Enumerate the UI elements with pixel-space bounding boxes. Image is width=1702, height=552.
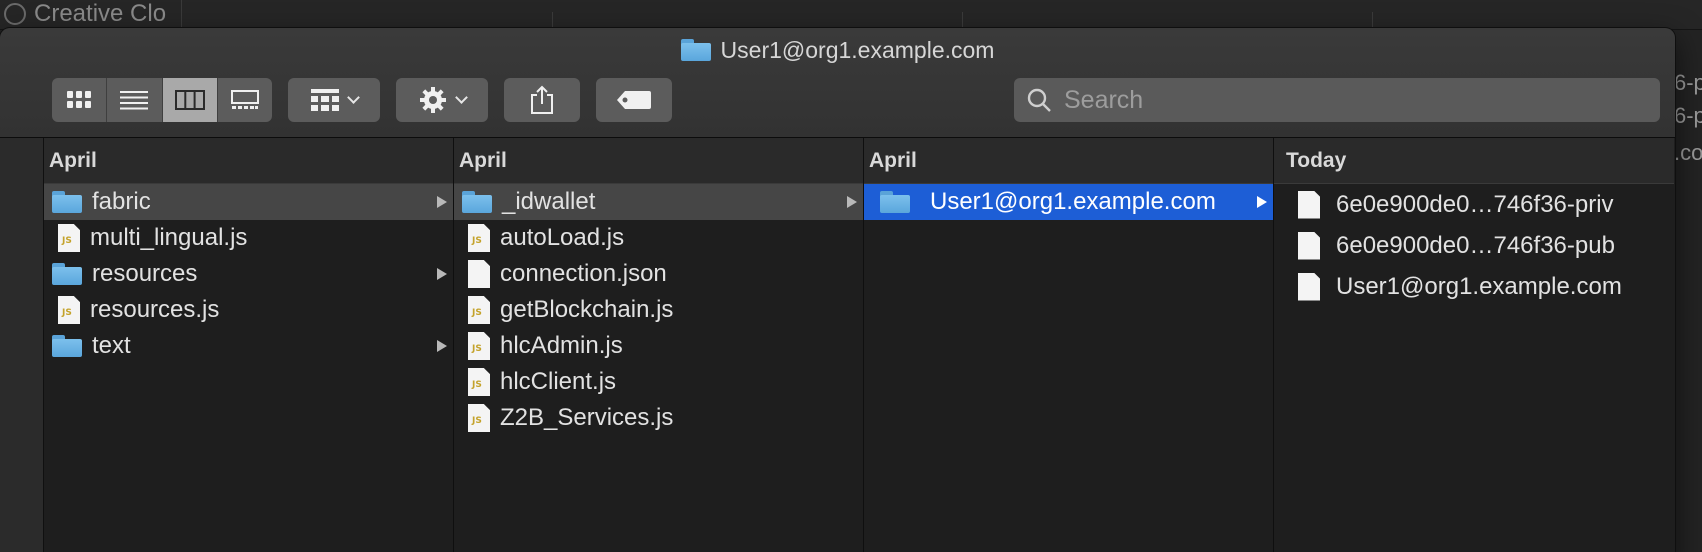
js-file-icon (468, 368, 490, 396)
folder-icon (52, 335, 82, 357)
chevron-down-icon (346, 90, 360, 104)
folder-icon (52, 263, 82, 285)
js-file-icon (468, 224, 490, 252)
group-by-button[interactable] (288, 78, 380, 122)
share-icon (531, 85, 553, 114)
js-file-icon (58, 296, 80, 324)
folder-icon (462, 191, 492, 213)
list-item-pub-key[interactable]: 6e0e900de0…746f36-pub (1274, 225, 1674, 266)
view-mode-segmented-control (52, 78, 272, 122)
tags-button[interactable] (596, 78, 672, 122)
column-browser: April fabric multi_lingual.js resources … (0, 138, 1675, 552)
list-item-priv-key[interactable]: 6e0e900de0…746f36-priv (1274, 184, 1674, 225)
list-item-resources-js[interactable]: resources.js (44, 292, 453, 328)
item-label: multi_lingual.js (90, 224, 248, 251)
item-label: hlcAdmin.js (500, 332, 623, 359)
item-label: autoLoad.js (500, 224, 625, 251)
background-app-name: Creative Clo (34, 0, 167, 27)
finder-window: User1@org1.example.com Search April fabr… (0, 28, 1675, 552)
window-title-text: User1@org1.example.com (720, 36, 995, 63)
list-icon (120, 91, 149, 110)
creative-cloud-icon (4, 3, 26, 25)
action-button[interactable] (396, 78, 488, 122)
group-icon (310, 89, 339, 111)
list-item-connection-json[interactable]: connection.json (454, 256, 863, 292)
background-text-fragment: .co (1674, 140, 1702, 165)
item-label: 6e0e900de0…746f36-priv (1336, 190, 1614, 218)
list-item-fabric[interactable]: fabric (44, 184, 453, 220)
item-label: 6e0e900de0…746f36-pub (1336, 231, 1615, 259)
search-field[interactable] (1014, 78, 1660, 122)
chevron-down-icon (454, 90, 468, 104)
window-title: User1@org1.example.com (0, 36, 1675, 64)
columns-icon (174, 90, 205, 110)
js-file-icon (468, 296, 490, 324)
js-file-icon (58, 224, 80, 252)
list-item-hlcadmin-js[interactable]: hlcAdmin.js (454, 328, 863, 364)
icon-view-button[interactable] (52, 78, 108, 122)
grid-icon (67, 91, 92, 108)
share-button[interactable] (504, 78, 580, 122)
gallery-view-button[interactable] (218, 78, 272, 122)
folder-icon (680, 39, 711, 61)
disclosure-arrow-icon (437, 196, 447, 208)
list-view-button[interactable] (107, 78, 163, 122)
disclosure-arrow-icon (847, 196, 857, 208)
item-label: Z2B_Services.js (500, 404, 674, 431)
column-4: Today 6e0e900de0…746f36-priv 6e0e900de0…… (1274, 138, 1674, 552)
column-view-button[interactable] (162, 78, 218, 122)
list-item-user1-folder[interactable]: User1@org1.example.com (864, 184, 1273, 220)
item-label: connection.json (500, 260, 667, 287)
item-label: hlcClient.js (500, 368, 617, 395)
item-label: text (92, 332, 131, 359)
item-label: User1@org1.example.com (930, 188, 1216, 215)
background-app-tab[interactable]: Creative Clo (0, 0, 182, 28)
document-icon (1298, 231, 1320, 260)
column-header: April (454, 138, 863, 184)
js-file-icon (468, 332, 490, 360)
tag-icon (617, 91, 651, 109)
list-item-idwallet[interactable]: _idwallet (454, 184, 863, 220)
disclosure-arrow-icon (1257, 196, 1267, 208)
item-label: getBlockchain.js (500, 296, 674, 323)
disclosure-arrow-icon (437, 340, 447, 352)
background-text-fragment: 6-p (1674, 70, 1702, 95)
document-icon (468, 260, 490, 288)
column-header: April (864, 138, 1273, 184)
item-label: fabric (92, 188, 151, 215)
folder-icon (52, 191, 82, 213)
list-item-hlcclient-js[interactable]: hlcClient.js (454, 364, 863, 400)
column-2: April _idwallet autoLoad.js connection.j… (454, 138, 864, 552)
search-input[interactable] (1064, 85, 1624, 115)
column-1: April fabric multi_lingual.js resources … (44, 138, 454, 552)
list-item-autoload-js[interactable]: autoLoad.js (454, 220, 863, 256)
list-item-text[interactable]: text (44, 328, 453, 364)
search-icon (1027, 88, 1051, 112)
gear-icon (419, 87, 446, 113)
item-label: User1@org1.example.com (1336, 272, 1622, 300)
background-topbar (0, 0, 1702, 30)
column-header: April (44, 138, 453, 184)
title-bar: User1@org1.example.com (0, 28, 1675, 138)
document-icon (1298, 190, 1320, 219)
list-item-resources[interactable]: resources (44, 256, 453, 292)
item-label: resources (92, 260, 198, 287)
item-label: _idwallet (502, 188, 596, 215)
list-item-multi-lingual-js[interactable]: multi_lingual.js (44, 220, 453, 256)
gallery-icon (230, 90, 259, 109)
js-file-icon (468, 404, 490, 432)
item-label: resources.js (90, 296, 220, 323)
list-item-getblockchain-js[interactable]: getBlockchain.js (454, 292, 863, 328)
folder-icon (880, 191, 910, 213)
list-item-z2b-services-js[interactable]: Z2B_Services.js (454, 400, 863, 436)
column-3: April User1@org1.example.com (864, 138, 1274, 552)
document-icon (1298, 272, 1320, 301)
list-item-user1-file[interactable]: User1@org1.example.com (1274, 266, 1674, 307)
background-text-fragment: 6-p (1674, 103, 1702, 128)
disclosure-arrow-icon (437, 268, 447, 280)
sidebar-edge (0, 138, 44, 552)
column-header: Today (1274, 138, 1674, 184)
